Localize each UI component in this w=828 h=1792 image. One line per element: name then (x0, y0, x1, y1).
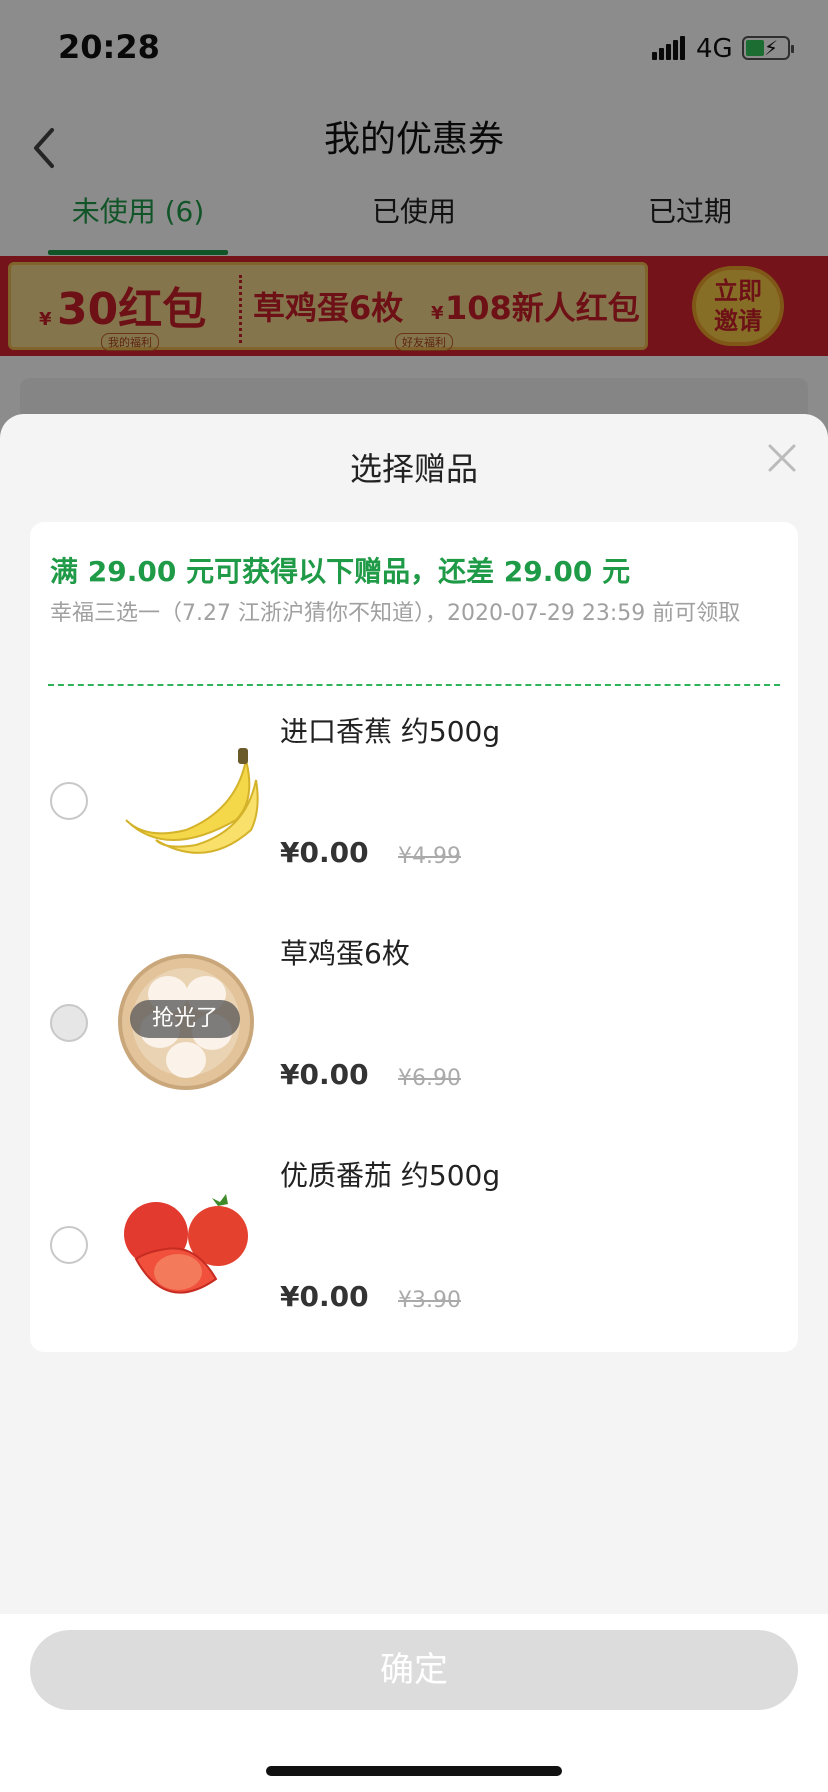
banana-image (125, 748, 259, 854)
item-price: ¥0.00 (280, 836, 369, 869)
item-name: 优质番茄 约500g (280, 1159, 501, 1192)
gift-card: 满 29.00 元可获得以下赠品，还差 29.00 元 幸福三选一（7.27 江… (30, 522, 798, 1352)
gift-item[interactable]: 优质番茄 约500g ¥0.00 ¥3.90 (30, 1154, 798, 1376)
gift-threshold-text: 满 29.00 元可获得以下赠品，还差 29.00 元 (50, 555, 631, 588)
radio-button[interactable] (50, 1226, 88, 1264)
item-original-price: ¥6.90 (398, 1066, 461, 1091)
item-name: 草鸡蛋6枚 (280, 937, 410, 970)
gift-item: 抢光了 草鸡蛋6枚 ¥0.00 ¥6.90 (30, 932, 798, 1154)
close-icon[interactable] (764, 440, 800, 476)
sheet-footer: 确定 (0, 1614, 828, 1792)
tomato-image (124, 1194, 248, 1294)
gift-selection-sheet: 选择赠品 满 29.00 元可获得以下赠品，还差 29.00 元 幸福三选一（7… (0, 414, 828, 1792)
item-original-price: ¥4.99 (398, 844, 461, 869)
gift-item[interactable]: 进口香蕉 约500g ¥0.00 ¥4.99 (30, 710, 798, 932)
radio-button-disabled (50, 1004, 88, 1042)
home-indicator (266, 1766, 562, 1776)
item-name: 进口香蕉 约500g (280, 715, 501, 748)
item-original-price: ¥3.90 (398, 1288, 461, 1313)
item-price: ¥0.00 (280, 1280, 369, 1313)
radio-button[interactable] (50, 782, 88, 820)
dashed-divider (48, 684, 780, 686)
sold-out-badge: 抢光了 (130, 1000, 240, 1038)
gift-description: 幸福三选一（7.27 江浙沪猜你不知道），2020-07-29 23:59 前可… (50, 601, 741, 626)
item-price: ¥0.00 (280, 1058, 369, 1091)
confirm-button[interactable]: 确定 (30, 1630, 798, 1710)
sheet-title: 选择赠品 (349, 450, 478, 488)
